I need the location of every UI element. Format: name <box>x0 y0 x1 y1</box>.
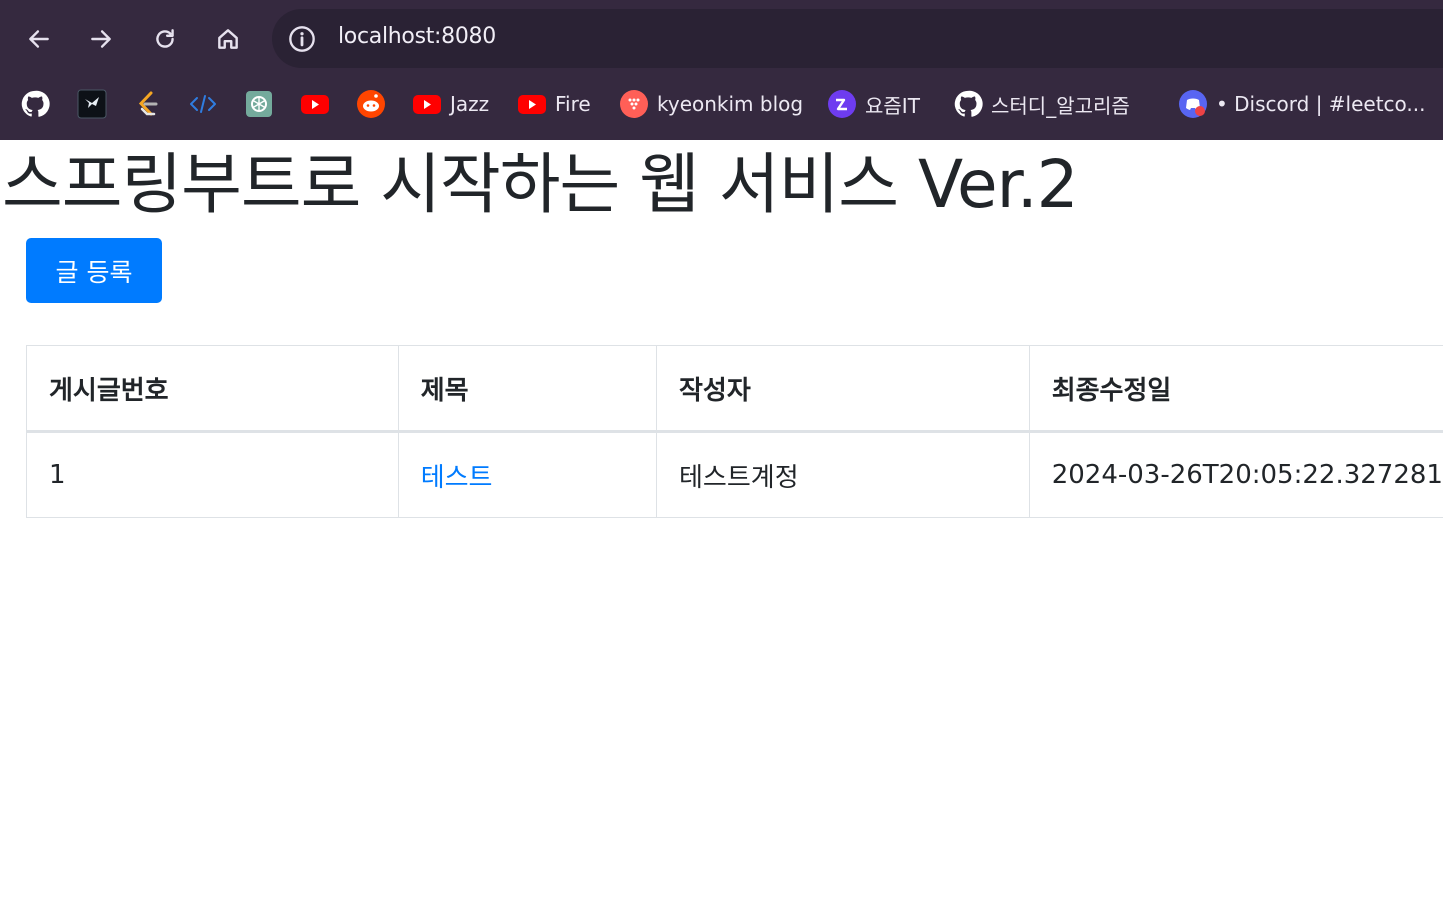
bookmark-chatgpt[interactable] <box>244 84 274 124</box>
bookmark-label: • Discord | #leetco... <box>1216 92 1426 116</box>
column-header-post-number: 게시글번호 <box>26 345 399 433</box>
column-header-modified-date: 최종수정일 <box>1028 345 1443 433</box>
reload-button[interactable] <box>148 22 182 56</box>
bookmark-label: 요즘IT <box>865 93 920 118</box>
back-button[interactable] <box>22 22 56 56</box>
bookmark-leetcode[interactable] <box>133 84 163 124</box>
home-icon <box>218 29 238 49</box>
youtube-icon <box>412 89 442 119</box>
github-icon <box>20 89 50 119</box>
bookmark-code[interactable] <box>188 84 218 124</box>
reload-icon <box>156 29 174 48</box>
github-icon <box>953 89 983 119</box>
site-info-button[interactable] <box>286 23 318 55</box>
home-button[interactable] <box>211 22 245 56</box>
bookmark-discord[interactable]: • Discord | #leetco... <box>1178 84 1426 124</box>
bookmark-label: 스터디_알고리즘 <box>991 93 1130 118</box>
posts-table: 게시글번호 제목 작성자 최종수정일 1 테스트 테스트계정 2024-03-2… <box>26 345 1443 518</box>
bookmark-bird[interactable] <box>77 84 107 124</box>
bookmark-yozm-it[interactable]: 요즘IT <box>827 84 920 124</box>
bookmark-label: Jazz <box>450 92 490 116</box>
bird-app-icon <box>77 89 107 119</box>
cell-modified-date: 2024-03-26T20:05:22.327281 <box>1028 431 1443 518</box>
column-header-author: 작성자 <box>656 345 1030 433</box>
column-header-title: 제목 <box>397 345 658 433</box>
url-text[interactable]: localhost:8080 <box>338 24 496 49</box>
table-row: 1 테스트 테스트계정 2024-03-26T20:05:22.327281 <box>26 431 1443 518</box>
reddit-icon <box>356 89 386 119</box>
code-brackets-icon <box>188 89 218 119</box>
browser-chrome: localhost:8080 Jazz Fire kyeonkim blog 요… <box>0 0 1443 140</box>
bookmark-kyeonkim-blog[interactable]: kyeonkim blog <box>619 84 803 124</box>
bookmark-youtube-fire[interactable]: Fire <box>517 84 591 124</box>
bookmark-label: kyeonkim blog <box>657 92 804 116</box>
table-header-row: 게시글번호 제목 작성자 최종수정일 <box>26 345 1443 433</box>
blog-icon <box>619 89 649 119</box>
bookmark-youtube-jazz[interactable]: Jazz <box>412 84 489 124</box>
cell-author: 테스트계정 <box>656 431 1030 518</box>
youtube-icon <box>300 89 330 119</box>
bookmark-github[interactable] <box>20 84 50 124</box>
arrow-right-icon <box>91 30 111 48</box>
yozm-icon <box>827 89 857 119</box>
chatgpt-icon <box>244 89 274 119</box>
write-post-button[interactable]: 글 등록 <box>26 238 162 303</box>
info-icon <box>289 26 315 52</box>
cell-title: 테스트 <box>397 431 658 518</box>
discord-icon <box>1178 89 1208 119</box>
bookmark-reddit[interactable] <box>356 84 386 124</box>
leetcode-icon <box>133 89 163 119</box>
arrow-left-icon <box>29 30 49 48</box>
bookmark-youtube[interactable] <box>300 84 330 124</box>
bookmarks-bar: Jazz Fire kyeonkim blog 요즘IT 스터디_알고리즘 • … <box>0 84 1443 124</box>
youtube-icon <box>517 89 547 119</box>
address-bar[interactable]: localhost:8080 <box>272 9 1443 68</box>
bookmark-label: Fire <box>555 92 591 116</box>
post-title-link[interactable]: 테스트 <box>421 463 493 493</box>
page-title: 스프링부트로 시작하는 웹 서비스 Ver.2 <box>2 146 1079 223</box>
browser-toolbar: localhost:8080 <box>0 8 1443 70</box>
cell-post-number: 1 <box>26 431 399 518</box>
bookmark-github-study[interactable]: 스터디_알고리즘 <box>953 84 1130 124</box>
forward-button[interactable] <box>84 22 118 56</box>
